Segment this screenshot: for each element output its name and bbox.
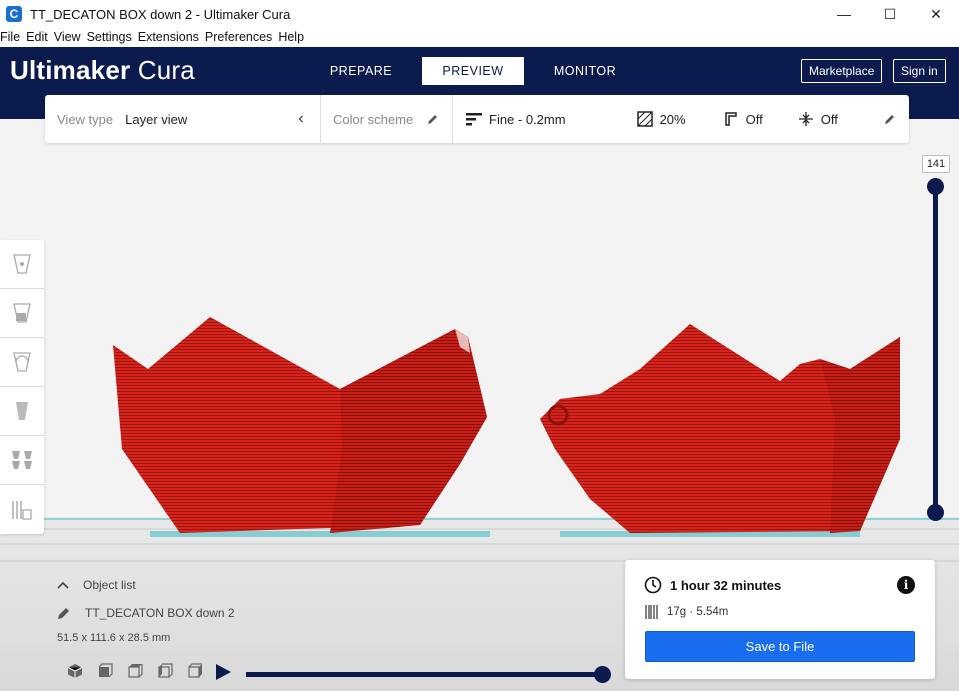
object-list-label: Object list	[83, 578, 136, 592]
print-settings-summary[interactable]: Fine - 0.2mm 20% Off Off	[453, 95, 909, 143]
pencil-icon	[424, 110, 442, 128]
color-scheme-selector[interactable]: Color scheme	[321, 95, 453, 143]
profile-value: Fine - 0.2mm	[489, 111, 566, 127]
menu-view[interactable]: View	[54, 28, 85, 47]
adhesion-icon	[797, 110, 815, 128]
mirror-tool-icon[interactable]	[0, 387, 44, 436]
color-scheme-label: Color scheme	[333, 111, 414, 127]
view-left-icon[interactable]	[150, 661, 180, 681]
material-usage: 17g · 5.54m	[667, 606, 729, 618]
tab-preview[interactable]: PREVIEW	[422, 57, 524, 85]
view-right-icon[interactable]	[180, 661, 210, 681]
info-icon[interactable]: i	[897, 576, 915, 594]
object-dimensions: 51.5 x 111.6 x 28.5 mm	[57, 632, 171, 644]
model-left	[113, 317, 487, 533]
edit-settings-pencil-icon[interactable]	[881, 110, 899, 128]
profile-icon	[465, 110, 483, 128]
pencil-icon	[58, 608, 69, 619]
view-3d-icon[interactable]	[60, 661, 90, 681]
support-blocker-icon[interactable]	[0, 485, 44, 534]
clock-icon	[644, 576, 662, 594]
model-right	[540, 324, 900, 533]
infill-value: 20%	[659, 111, 686, 127]
menu-bar: File Edit View Settings Extensions Prefe…	[0, 28, 959, 47]
sign-in-button[interactable]: Sign in	[893, 59, 946, 83]
close-button[interactable]: ✕	[913, 0, 959, 28]
support-value: Off	[745, 111, 763, 127]
menu-help[interactable]: Help	[278, 28, 308, 47]
move-tool-icon[interactable]	[0, 240, 44, 289]
view-top-icon[interactable]	[120, 661, 150, 681]
view-type-value: Layer view	[125, 111, 188, 127]
layer-slider-track[interactable]	[933, 186, 938, 512]
menu-settings[interactable]: Settings	[87, 28, 136, 47]
layer-slider-lower-handle[interactable]	[927, 504, 944, 521]
print-info-panel: 1 hour 32 minutes i 17g · 5.54m Save to …	[625, 560, 935, 679]
stage-tabs: PREPARE PREVIEW MONITOR	[310, 57, 646, 85]
rotate-tool-icon[interactable]	[0, 338, 44, 387]
menu-preferences[interactable]: Preferences	[205, 28, 276, 47]
support-icon	[722, 110, 740, 128]
preview-view-bar: View type Layer view ‹ Color scheme Fine…	[45, 95, 909, 143]
window-title: TT_DECATON BOX down 2 - Ultimaker Cura	[30, 6, 291, 22]
view-front-icon[interactable]	[90, 661, 120, 681]
camera-view-buttons	[60, 661, 210, 681]
scale-tool-icon[interactable]	[0, 289, 44, 338]
layer-slider-upper-handle[interactable]	[927, 178, 944, 195]
path-slider-handle[interactable]	[594, 666, 611, 683]
menu-edit[interactable]: Edit	[26, 28, 52, 47]
window-title-bar: C TT_DECATON BOX down 2 - Ultimaker Cura…	[0, 0, 959, 28]
layer-number-input[interactable]: 141	[922, 155, 950, 173]
cura-app-icon: C	[6, 6, 22, 22]
tab-prepare[interactable]: PREPARE	[310, 57, 412, 85]
chevron-up-icon	[57, 581, 69, 589]
save-to-file-button[interactable]: Save to File	[645, 631, 915, 662]
chevron-left-icon[interactable]: ‹	[292, 110, 310, 128]
minimize-button[interactable]: —	[821, 0, 867, 28]
material-row: 17g · 5.54m	[645, 604, 728, 620]
view-type-label: View type	[57, 111, 114, 127]
menu-extensions[interactable]: Extensions	[138, 28, 203, 47]
tab-monitor[interactable]: MONITOR	[534, 57, 636, 85]
view-type-selector[interactable]: View type Layer view ‹	[45, 95, 321, 143]
print-time: 1 hour 32 minutes	[670, 577, 782, 593]
ultimaker-cura-logo: Ultimaker Cura	[10, 55, 195, 85]
object-name: TT_DECATON BOX down 2	[85, 606, 235, 620]
object-list-header[interactable]: Object list	[57, 578, 136, 592]
adhesion-value: Off	[820, 111, 838, 127]
filament-spool-icon	[645, 605, 658, 619]
per-model-settings-icon[interactable]	[0, 436, 44, 485]
infill-icon	[636, 110, 654, 128]
left-toolbar	[0, 240, 44, 534]
path-slider-track[interactable]	[246, 672, 603, 677]
window-controls: — ☐ ✕	[821, 0, 959, 28]
play-icon[interactable]	[216, 664, 231, 680]
print-time-row: 1 hour 32 minutes	[644, 576, 781, 594]
object-name-row[interactable]: TT_DECATON BOX down 2	[57, 606, 235, 620]
menu-file[interactable]: File	[0, 28, 24, 47]
maximize-button[interactable]: ☐	[867, 0, 913, 28]
marketplace-button[interactable]: Marketplace	[801, 59, 883, 83]
